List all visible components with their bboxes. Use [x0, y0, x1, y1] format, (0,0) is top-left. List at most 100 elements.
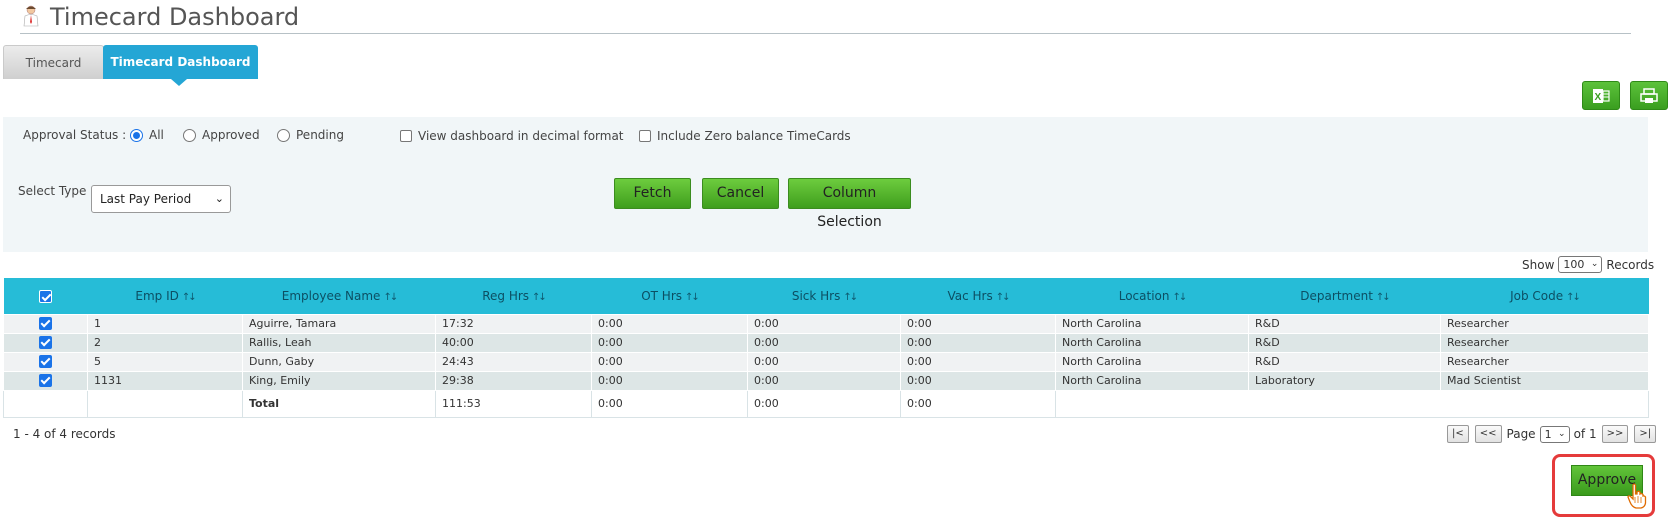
column-header[interactable]: Emp ID ↑↓	[88, 278, 243, 314]
cell-ot-hrs: 0:00	[591, 370, 748, 391]
cell-emp-id: 2	[87, 332, 243, 353]
cell-emp-id: 1	[87, 313, 243, 334]
cell-emp-id: 1131	[87, 370, 243, 391]
sort-icon: ↑↓	[1566, 291, 1581, 303]
cell-job-code: Researcher	[1440, 313, 1649, 334]
total-empty-cell	[3, 389, 88, 418]
zero-balance-label: Include Zero balance TimeCards	[657, 129, 851, 143]
person-icon	[23, 5, 39, 27]
sort-icon: ↑↓	[995, 291, 1011, 303]
page-size-select[interactable]: 100 ⌄	[1558, 256, 1603, 273]
sort-icon: ↑↓	[685, 291, 700, 303]
radio-all-label: All	[149, 128, 164, 142]
records-label: Records	[1606, 257, 1655, 272]
row-checkbox[interactable]	[38, 355, 52, 369]
column-header[interactable]: Job Code ↑↓	[1441, 278, 1649, 314]
radio-approved[interactable]: Approved	[183, 128, 260, 142]
zero-balance-checkbox[interactable]: Include Zero balance TimeCards	[639, 129, 851, 143]
total-sick-hrs: 0:00	[747, 389, 901, 418]
fetch-button[interactable]: Fetch	[614, 178, 691, 209]
column-header[interactable]: Department ↑↓	[1249, 278, 1441, 314]
total-vac-hrs: 0:00	[900, 389, 1056, 418]
title-divider	[20, 33, 1631, 34]
prev-page-button[interactable]: <<	[1474, 425, 1502, 443]
cell-sick-hrs: 0:00	[747, 313, 901, 334]
row-checkbox[interactable]	[38, 374, 52, 388]
cell-location: North Carolina	[1055, 370, 1249, 391]
column-header[interactable]: OT Hrs ↑↓	[592, 278, 748, 314]
table-row[interactable]: 1131 King, Emily 29:38 0:00 0:00 0:00 No…	[3, 370, 1649, 391]
cell-vac-hrs: 0:00	[900, 351, 1056, 372]
table-row[interactable]: 1 Aguirre, Tamara 17:32 0:00 0:00 0:00 N…	[3, 313, 1649, 334]
page-number-value: 1	[1544, 427, 1552, 441]
excel-icon: X	[1593, 88, 1610, 103]
row-select-cell[interactable]	[3, 370, 88, 391]
cell-sick-hrs: 0:00	[747, 351, 901, 372]
timecard-table: Emp ID ↑↓ Employee Name ↑↓ Reg Hrs ↑↓ OT Hr…	[3, 278, 1649, 418]
cell-job-code: Researcher	[1440, 332, 1649, 353]
select-type-label: Select Type	[18, 184, 87, 198]
svg-text:X: X	[1595, 92, 1602, 103]
sort-icon: ↑↓	[1172, 291, 1188, 303]
cell-employee-name: Rallis, Leah	[242, 332, 436, 353]
cell-reg-hrs: 40:00	[435, 332, 592, 353]
cell-department: Laboratory	[1248, 370, 1441, 391]
radio-indicator	[183, 128, 196, 142]
cell-employee-name: Aguirre, Tamara	[242, 313, 436, 334]
column-header[interactable]: Reg Hrs ↑↓	[436, 278, 592, 314]
cell-department: R&D	[1248, 313, 1441, 334]
select-type-value: Last Pay Period	[100, 192, 192, 206]
table-row[interactable]: 2 Rallis, Leah 40:00 0:00 0:00 0:00 Nort…	[3, 332, 1649, 353]
chevron-down-icon: ⌄	[1558, 428, 1566, 439]
table-row[interactable]: 5 Dunn, Gaby 24:43 0:00 0:00 0:00 North …	[3, 351, 1649, 372]
column-header[interactable]: Employee Name ↑↓	[243, 278, 436, 314]
tab-timecard-dashboard[interactable]: Timecard Dashboard	[103, 45, 258, 86]
sort-icon: ↑↓	[181, 291, 197, 303]
row-checkbox[interactable]	[38, 336, 52, 350]
select-type-dropdown[interactable]: Last Pay Period ⌄	[91, 185, 231, 213]
decimal-format-checkbox[interactable]: View dashboard in decimal format	[400, 129, 624, 143]
sort-icon: ↑↓	[383, 291, 398, 303]
cell-emp-id: 5	[87, 351, 243, 372]
page-size-control: Show 100 ⌄ Records	[1522, 256, 1654, 273]
total-empty-cell	[1055, 389, 1649, 418]
row-checkbox[interactable]	[38, 317, 52, 331]
column-selection-button[interactable]: Column Selection	[788, 178, 911, 230]
cell-vac-hrs: 0:00	[900, 313, 1056, 334]
cell-reg-hrs: 29:38	[435, 370, 592, 391]
radio-pending[interactable]: Pending	[277, 128, 344, 142]
cell-ot-hrs: 0:00	[591, 313, 748, 334]
select-all-header[interactable]	[4, 278, 88, 314]
cell-department: R&D	[1248, 351, 1441, 372]
cancel-button[interactable]: Cancel	[702, 178, 779, 209]
row-select-cell[interactable]	[3, 351, 88, 372]
total-row: Total 111:53 0:00 0:00 0:00	[3, 389, 1649, 418]
column-header[interactable]: Sick Hrs ↑↓	[748, 278, 901, 314]
first-page-button[interactable]: |<	[1447, 425, 1469, 443]
sort-icon: ↑↓	[843, 291, 858, 303]
radio-pending-label: Pending	[296, 128, 344, 142]
row-select-cell[interactable]	[3, 332, 88, 353]
column-header[interactable]: Location ↑↓	[1056, 278, 1249, 314]
column-header[interactable]: Vac Hrs ↑↓	[901, 278, 1056, 314]
chevron-down-icon: ⌄	[1590, 259, 1599, 269]
next-page-button[interactable]: >>	[1601, 425, 1629, 443]
sort-icon: ↑↓	[1375, 291, 1391, 303]
radio-indicator	[130, 128, 143, 142]
last-page-button[interactable]: >|	[1634, 425, 1657, 443]
cell-vac-hrs: 0:00	[900, 332, 1056, 353]
select-all-checkbox[interactable]	[39, 289, 52, 303]
cell-reg-hrs: 24:43	[435, 351, 592, 372]
page-number-select[interactable]: 1 ⌄	[1539, 425, 1570, 443]
cell-ot-hrs: 0:00	[591, 332, 748, 353]
print-button[interactable]	[1630, 81, 1668, 110]
cell-job-code: Researcher	[1440, 351, 1649, 372]
checkbox-box	[639, 130, 651, 142]
row-select-cell[interactable]	[3, 313, 88, 334]
radio-all[interactable]: All	[130, 128, 164, 142]
export-excel-button[interactable]: X	[1582, 81, 1620, 110]
cell-job-code: Mad Scientist	[1440, 370, 1649, 391]
cell-sick-hrs: 0:00	[747, 332, 901, 353]
checkbox-box	[400, 130, 412, 142]
tab-timecard[interactable]: Timecard	[3, 45, 104, 79]
